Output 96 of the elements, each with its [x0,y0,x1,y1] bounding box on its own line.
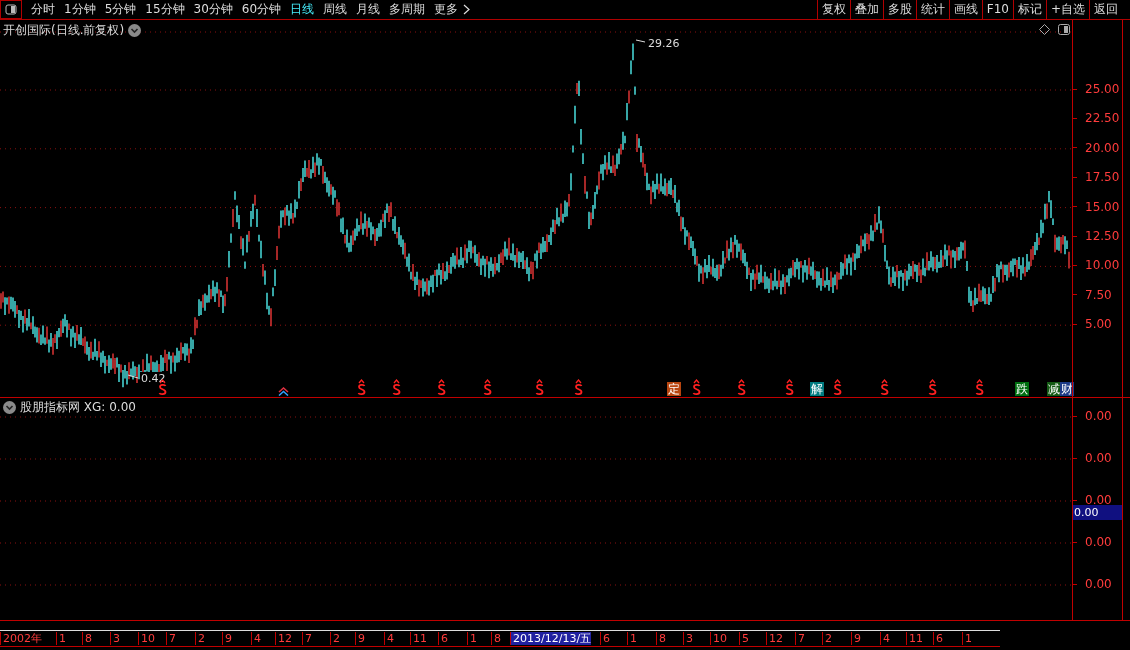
date-label: 7 [795,632,805,645]
sell-signal-icon [737,379,746,396]
indicator-axis-label: 0.00 [1085,451,1112,465]
date-label: 9 [355,632,365,645]
period-tab[interactable]: 1分钟 [64,1,96,18]
panel-toggle-icon[interactable] [1058,24,1070,35]
date-label: 2 [195,632,205,645]
date-label: 7 [302,632,312,645]
indicator-title: 股朋指标网 XG: 0.00 [20,399,136,416]
toolbar-button[interactable]: 复权 [816,0,850,19]
sell-signal-icon [483,379,492,396]
signal-tag: 跌 [1015,382,1029,396]
date-label: 2002年 [0,632,42,645]
sell-signal-icon [392,379,401,396]
date-label: 1 [962,632,972,645]
date-label: 6 [438,632,448,645]
period-tab[interactable]: 日线 [290,1,315,18]
indicator-axis-label: 0.00 [1085,535,1112,549]
toolbar-button[interactable]: 标记 [1012,0,1046,19]
sell-signal-icon [437,379,446,396]
sell-signal-icon [833,379,842,396]
toolbar-button[interactable]: 叠加 [849,0,883,19]
current-value-label: 0.00 [1073,505,1122,520]
price-axis-label: 10.00 [1085,258,1120,273]
high-price-label: 29.26 [648,37,680,50]
period-tab[interactable]: 15分钟 [145,1,185,18]
date-label: 3 [683,632,693,645]
indicator-axis-label: 0.00 [1085,409,1112,423]
sell-signal-icon [975,379,984,396]
signal-tag: 减 [1047,382,1061,396]
date-label: 2 [330,632,340,645]
diamond-icon[interactable] [1039,24,1050,35]
period-tab[interactable]: 分时 [31,1,55,18]
signal-tag: 解 [810,382,824,396]
price-axis-label: 20.00 [1085,140,1120,155]
period-tab[interactable]: 5分钟 [104,1,137,18]
date-label: 10 [710,632,727,645]
toolbar-button[interactable]: +自选 [1045,0,1089,19]
price-axis-label: 15.00 [1085,199,1120,214]
price-axis-label: 25.00 [1085,82,1120,96]
toolbar-button[interactable]: 多股 [882,0,916,19]
sell-signal-icon [785,379,794,396]
date-label: 6 [933,632,943,645]
sell-signal-icon [357,379,366,396]
period-tab[interactable]: 周线 [323,1,348,18]
date-label: 12 [766,632,783,645]
chevron-down-icon[interactable] [128,24,142,37]
price-axis-label: 5.00 [1085,317,1112,332]
indicator-axis-label: 0.00 [1085,493,1112,507]
date-label: 8 [82,632,92,645]
chevron-down-icon[interactable] [3,401,16,414]
date-label: 11 [906,632,923,645]
signal-tag: 定 [667,382,681,396]
date-label: 1 [56,632,66,645]
date-label: 4 [251,632,261,645]
sell-signal-icon [928,379,937,396]
date-label: 6 [600,632,610,645]
date-label: 11 [410,632,427,645]
price-axis-label: 12.50 [1085,229,1120,243]
date-label: 2 [822,632,832,645]
period-tab[interactable]: 月线 [356,1,381,18]
panel-toggle-icon[interactable] [0,0,22,19]
date-label: 4 [880,632,890,645]
toolbar-button[interactable]: F10 [981,0,1013,19]
date-label: 8 [491,632,501,645]
date-label: 9 [851,632,861,645]
period-tab[interactable]: 30分钟 [193,1,233,18]
sell-signal-icon [880,379,889,396]
low-price-label: 0.42 [140,372,167,385]
period-tab[interactable]: 多周期 [389,1,426,18]
chart-title: 开创国际(日线.前复权) [3,22,125,39]
toolbar-button[interactable]: 统计 [915,0,949,19]
toolbar-button[interactable]: 画线 [948,0,982,19]
date-label: 12 [275,632,292,645]
cursor-date-label: 2013/12/13/五 [510,632,592,645]
price-axis-label: 7.50 [1085,287,1112,302]
date-label: 5 [739,632,749,645]
price-axis-label: 17.50 [1085,170,1120,185]
date-label: 1 [627,632,637,645]
sell-signal-icon [574,379,583,396]
date-label: 8 [656,632,666,645]
sell-signal-icon [535,379,544,396]
price-axis-label: 22.50 [1085,111,1120,126]
date-label: 7 [166,632,176,645]
chevron-right-icon [463,4,471,15]
indicator-axis-label: 0.00 [1085,577,1112,591]
date-label: 9 [222,632,232,645]
date-label: 4 [384,632,394,645]
date-label: 10 [138,632,155,645]
sell-signal-icon [692,379,701,396]
date-label: 3 [110,632,120,645]
up-arrow-icon [278,387,289,396]
period-tab[interactable]: 更多 [434,1,471,18]
toolbar-button[interactable]: 返回 [1089,0,1122,19]
period-tab[interactable]: 60分钟 [241,1,282,18]
date-label: 1 [467,632,477,645]
